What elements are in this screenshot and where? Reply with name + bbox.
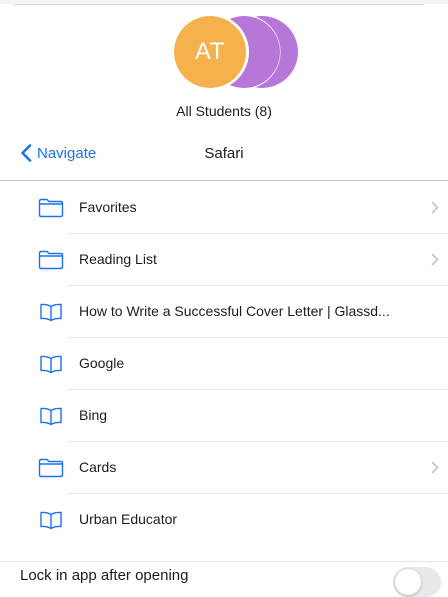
- book-icon: [38, 354, 64, 374]
- book-icon: [38, 510, 64, 530]
- book-icon: [38, 302, 64, 322]
- list-item-bookmark[interactable]: How to Write a Successful Cover Letter |…: [0, 286, 448, 338]
- list-item-favorites[interactable]: Favorites: [0, 182, 448, 234]
- item-label: Bing: [79, 407, 108, 423]
- lock-toggle[interactable]: [393, 567, 441, 597]
- navigation-bar: Navigate Safari: [0, 138, 448, 181]
- item-label: Urban Educator: [79, 511, 178, 527]
- list-item-google[interactable]: Google: [0, 338, 448, 390]
- item-label: Favorites: [79, 199, 137, 215]
- item-label: Cards: [79, 459, 117, 475]
- page-title: Safari: [204, 145, 244, 162]
- lock-setting-row: Lock in app after opening: [0, 561, 448, 597]
- toggle-knob: [395, 569, 421, 595]
- chevron-right-icon: [431, 461, 439, 474]
- bookmark-list: Favorites Reading List How to Write a Su…: [0, 182, 448, 546]
- folder-icon: [38, 458, 64, 478]
- list-item-urban-educator[interactable]: Urban Educator: [0, 494, 448, 546]
- list-item-bing[interactable]: Bing: [0, 390, 448, 442]
- folder-icon: [38, 250, 64, 270]
- avatar: AT: [174, 16, 246, 88]
- top-edge: [0, 0, 448, 5]
- group-label: All Students (8): [176, 103, 272, 119]
- lock-label: Lock in app after opening: [20, 567, 189, 584]
- item-label: How to Write a Successful Cover Letter |…: [79, 303, 390, 319]
- chevron-right-icon: [431, 253, 439, 266]
- list-item-cards[interactable]: Cards: [0, 442, 448, 494]
- list-item-reading-list[interactable]: Reading List: [0, 234, 448, 286]
- item-label: Google: [79, 355, 125, 371]
- folder-icon: [38, 198, 64, 218]
- avatar-initials: AT: [195, 38, 225, 65]
- top-divider: [14, 4, 424, 5]
- student-avatar-stack[interactable]: T T AT: [174, 16, 304, 88]
- chevron-right-icon: [431, 201, 439, 214]
- book-icon: [38, 406, 64, 426]
- item-label: Reading List: [79, 251, 157, 267]
